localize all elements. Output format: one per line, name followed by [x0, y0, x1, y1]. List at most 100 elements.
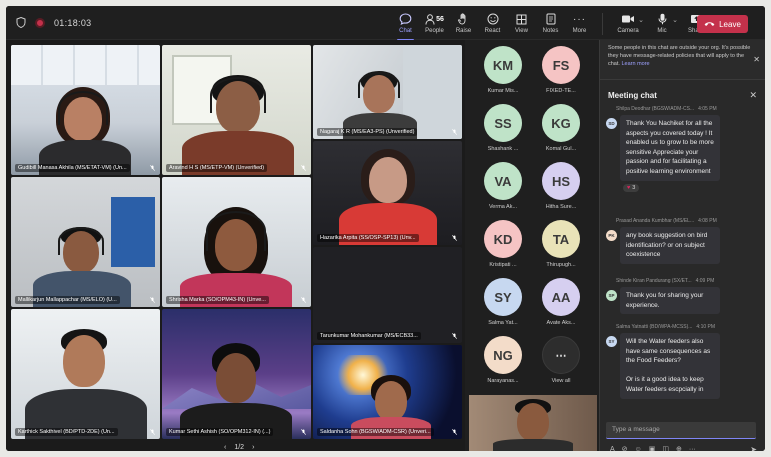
sender-avatar: SP [606, 290, 617, 301]
raise-hand-button[interactable]: Raise [449, 10, 478, 38]
gif-icon[interactable]: ▣ [649, 445, 656, 451]
close-chat-icon[interactable]: ✕ [749, 90, 757, 101]
teams-meeting-window: 01:18:03 Chat 56 People Raise React View [6, 6, 765, 451]
video-tile[interactable]: Gudibill Manasa Akhila (MS/ETAT-VM) (Un.… [11, 45, 160, 175]
participant-name: Hazarika Arpita (SS/OSP-SP13) (Unv... [317, 234, 419, 242]
chevron-left-icon[interactable]: ‹ [224, 444, 226, 451]
participant-name: Mallikarjun Mallappachar (MS/ELO) (U... [15, 296, 120, 304]
shield-icon [16, 17, 26, 28]
microphone-icon [658, 13, 666, 25]
more-button[interactable]: ··· More [565, 10, 594, 38]
participant-avatar[interactable]: KG Komal Gul... [533, 104, 589, 162]
leave-button[interactable]: Leave [697, 15, 748, 33]
mic-off-icon [150, 297, 155, 303]
participant-name: Tarunkumar Mohankumar (MS/ECB33... [317, 332, 421, 340]
sender-avatar: SD [606, 118, 617, 129]
external-org-notice: Some people in this chat are outside you… [600, 40, 765, 80]
chat-message-list: Shilpa Deodhar (BGSW/ADM-CS... 4:05 PM SD… [600, 106, 765, 416]
video-grid: Gudibill Manasa Akhila (MS/ETAT-VM) (Un.… [6, 40, 465, 451]
meeting-timer: 01:18:03 [54, 17, 92, 28]
participant-avatar[interactable]: KD Kristipati ... [475, 220, 531, 278]
participant-avatar-list: KM Kumar Mis... FS FIXED-TE... SS Shashank … [471, 46, 597, 394]
message-sender: Salma Yatnatti (BD/WPA-MCSS)... [616, 324, 693, 330]
mic-off-icon [301, 165, 306, 171]
gallery-pager: ‹ 1/2 › [224, 444, 254, 451]
mic-off-icon [452, 235, 457, 241]
chat-message[interactable]: Prasad Ananda Kumbhar (MS/EL... 4:08 PM P… [606, 218, 760, 264]
participant-avatar[interactable]: KM Kumar Mis... [475, 46, 531, 104]
phone-hangup-icon [704, 22, 715, 26]
camera-button[interactable]: Camera ⌄ [611, 10, 645, 38]
message-text: any book suggestion on bird identificati… [620, 227, 720, 264]
video-tile[interactable]: Nagaraj K R (MS/EA3-PS) (Unverified) [313, 45, 462, 139]
emoji-icon [487, 13, 498, 25]
participant-avatar[interactable]: VA Verma Ak... [475, 162, 531, 220]
message-time: 4:09 PM [695, 278, 715, 284]
close-icon[interactable]: ✕ [753, 54, 760, 66]
video-tile[interactable]: Saldanha Sohn (BGSW/ADM-CSR) (Unveri... [313, 345, 462, 439]
compose-toolbar: A ⊘ ☺ ▣ ◫ ⊕ ··· [610, 445, 760, 452]
send-icon[interactable]: ➤ [750, 445, 757, 451]
mic-button[interactable]: Mic ⌄ [645, 10, 679, 38]
participant-name: Kumar Sethi Ashish (SO/OPM312-IN) (...) [166, 428, 274, 436]
participant-avatar[interactable]: AA Avate Aks... [533, 278, 589, 336]
format-icon[interactable]: A [610, 446, 615, 452]
video-tile[interactable]: Tarunkumar Mohankumar (MS/ECB33... [313, 247, 462, 343]
view-button[interactable]: View [507, 10, 536, 38]
meeting-toolbar: 01:18:03 Chat 56 People Raise React View [6, 6, 765, 41]
mic-off-icon [301, 297, 306, 303]
chevron-right-icon[interactable]: › [252, 444, 254, 451]
video-tile[interactable]: Karthick Sakthivel (BD/PTD-2DE) (Un... [11, 309, 160, 439]
mic-options-chevron-icon[interactable]: ⌄ [672, 16, 678, 24]
people-button[interactable]: 56 People [420, 10, 449, 38]
emoji-icon[interactable]: ☺ [635, 446, 642, 452]
participant-avatar[interactable]: TA Thirupugh... [533, 220, 589, 278]
view-all-participants-button[interactable]: ⋯ View all [533, 336, 589, 394]
grid-view-icon [516, 14, 527, 24]
camera-options-chevron-icon[interactable]: ⌄ [638, 16, 644, 24]
mic-off-icon [150, 429, 155, 435]
participant-name: Gudibill Manasa Akhila (MS/ETAT-VM) (Un.… [15, 164, 130, 172]
mic-off-icon [150, 165, 155, 171]
mic-off-icon [452, 429, 457, 435]
message-sender: Shinde Kiran Pandurang (SX/ET... [616, 278, 692, 284]
chat-title: Meeting chat [608, 91, 657, 100]
message-sender: Prasad Ananda Kumbhar (MS/EL... [616, 218, 695, 224]
chat-message[interactable]: Salma Yatnatti (BD/WPA-MCSS)... 4:10 PM S… [606, 324, 760, 399]
camera-icon [622, 15, 634, 23]
loop-icon[interactable]: ⊕ [676, 445, 682, 451]
sender-avatar: SY [606, 336, 617, 347]
video-tile[interactable]: Shrisha Marka (SO/OPM43-IN) (Unve... [162, 177, 311, 307]
sender-avatar: PK [606, 230, 617, 241]
participant-avatar[interactable]: HS Hitha Sure... [533, 162, 589, 220]
message-time: 4:05 PM [698, 106, 717, 112]
react-button[interactable]: React [478, 10, 507, 38]
sticker-icon[interactable]: ◫ [662, 445, 669, 451]
learn-more-link[interactable]: Learn more [621, 61, 649, 67]
video-tile[interactable]: Aravind H S (MS/ETP-VM) (Unverified) [162, 45, 311, 175]
participant-name: Aravind H S (MS/ETP-VM) (Unverified) [166, 164, 268, 172]
participant-name: Karthick Sakthivel (BD/PTD-2DE) (Un... [15, 428, 118, 436]
people-icon [425, 13, 435, 25]
notes-button[interactable]: Notes [536, 10, 565, 38]
reaction-badge[interactable]: ♥ 3 [623, 183, 640, 192]
participant-name: Shrisha Marka (SO/OPM43-IN) (Unve... [166, 296, 269, 304]
participant-avatar[interactable]: SY Salma Yat... [475, 278, 531, 336]
chat-message[interactable]: Shilpa Deodhar (BGSW/ADM-CS... 4:05 PM SD… [606, 106, 760, 192]
more-options-icon[interactable]: ··· [689, 446, 696, 452]
chat-button[interactable]: Chat [391, 10, 420, 41]
participant-avatar[interactable]: SS Shashank ... [475, 104, 531, 162]
video-tile[interactable]: Kumar Sethi Ashish (SO/OPM312-IN) (...) [162, 309, 311, 439]
chat-icon [399, 13, 412, 25]
participant-avatar[interactable]: NG Narayanas... [475, 336, 531, 394]
mic-off-icon [301, 429, 306, 435]
people-count-badge: 56 [436, 15, 444, 23]
self-view-video[interactable] [469, 395, 597, 451]
message-compose-input[interactable]: Type a message [606, 422, 756, 439]
participant-avatar[interactable]: FS FIXED-TE... [533, 46, 589, 104]
video-tile[interactable]: Hazarika Arpita (SS/OSP-SP13) (Unv... [313, 141, 462, 245]
video-tile[interactable]: Mallikarjun Mallappachar (MS/ELO) (U... [11, 177, 160, 307]
more-dots-icon: ··· [573, 13, 586, 25]
chat-message[interactable]: Shinde Kiran Pandurang (SX/ET... 4:09 PM … [606, 278, 760, 315]
attach-icon[interactable]: ⊘ [622, 445, 628, 451]
